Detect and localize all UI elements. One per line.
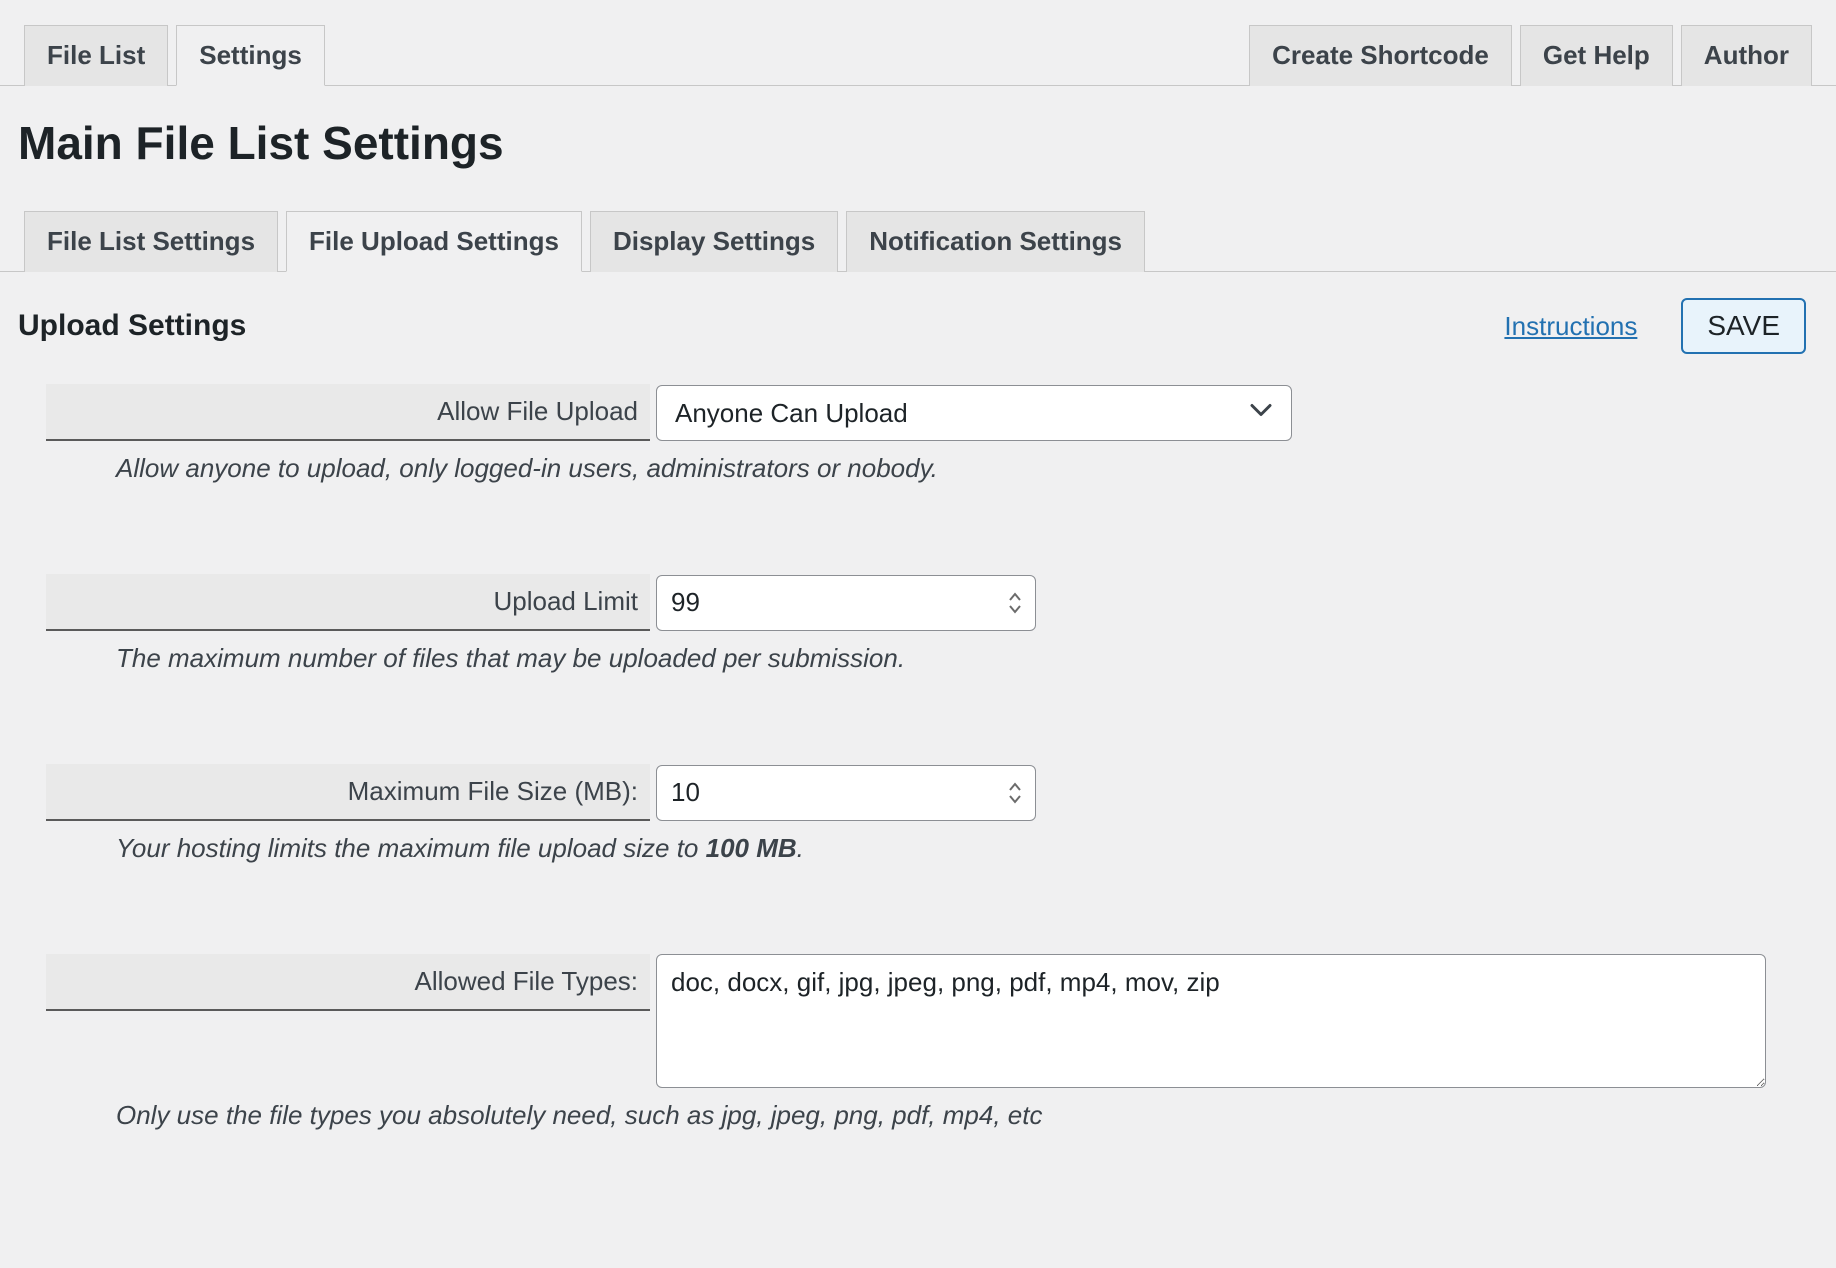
number-wrap-max-file-size bbox=[656, 765, 1036, 821]
desc-upload-limit: The maximum number of files that may be … bbox=[46, 631, 1806, 674]
desc-suffix: . bbox=[797, 833, 804, 863]
desc-prefix: Your hosting limits the maximum file upl… bbox=[116, 833, 706, 863]
sub-tab-bar: File List Settings File Upload Settings … bbox=[0, 180, 1836, 272]
row-max-file-size: Maximum File Size (MB): Your hosting lim… bbox=[46, 764, 1806, 864]
input-upload-limit[interactable] bbox=[656, 575, 1036, 631]
label-allow-file-upload: Allow File Upload bbox=[46, 384, 650, 441]
desc-max-file-size: Your hosting limits the maximum file upl… bbox=[46, 821, 1806, 864]
label-max-file-size: Maximum File Size (MB): bbox=[46, 764, 650, 821]
desc-bold: 100 MB bbox=[706, 833, 797, 863]
row-allow-file-upload: Allow File Upload Anyone Can Upload Allo… bbox=[46, 384, 1806, 484]
subtab-display-settings[interactable]: Display Settings bbox=[590, 211, 838, 272]
tab-create-shortcode[interactable]: Create Shortcode bbox=[1249, 25, 1512, 86]
desc-allowed-file-types: Only use the file types you absolutely n… bbox=[46, 1088, 1806, 1131]
subtab-file-list-settings[interactable]: File List Settings bbox=[24, 211, 278, 272]
section-actions: Instructions SAVE bbox=[1504, 298, 1806, 354]
page-title: Main File List Settings bbox=[0, 86, 1836, 180]
row-upload-limit: Upload Limit The maximum number of files… bbox=[46, 574, 1806, 674]
input-max-file-size[interactable] bbox=[656, 765, 1036, 821]
select-wrap-allow-upload: Anyone Can Upload bbox=[656, 385, 1292, 441]
select-allow-file-upload[interactable]: Anyone Can Upload bbox=[656, 385, 1292, 441]
form-area: Allow File Upload Anyone Can Upload Allo… bbox=[0, 364, 1836, 1131]
row-allowed-file-types: Allowed File Types: Only use the file ty… bbox=[46, 954, 1806, 1131]
section-header: Upload Settings Instructions SAVE bbox=[0, 272, 1836, 364]
tab-author[interactable]: Author bbox=[1681, 25, 1812, 86]
tab-get-help[interactable]: Get Help bbox=[1520, 25, 1673, 86]
section-title: Upload Settings bbox=[18, 309, 246, 343]
tab-settings[interactable]: Settings bbox=[176, 25, 325, 86]
tab-file-list[interactable]: File List bbox=[24, 25, 168, 86]
subtab-file-upload-settings[interactable]: File Upload Settings bbox=[286, 211, 582, 272]
label-upload-limit: Upload Limit bbox=[46, 574, 650, 631]
top-tab-bar: File List Settings Create Shortcode Get … bbox=[0, 0, 1836, 86]
subtab-notification-settings[interactable]: Notification Settings bbox=[846, 211, 1145, 272]
textarea-allowed-file-types[interactable] bbox=[656, 954, 1766, 1088]
save-button[interactable]: SAVE bbox=[1681, 298, 1806, 354]
label-allowed-file-types: Allowed File Types: bbox=[46, 954, 650, 1011]
desc-allow-file-upload: Allow anyone to upload, only logged-in u… bbox=[46, 441, 1806, 484]
top-tabs-left: File List Settings bbox=[24, 24, 325, 85]
number-wrap-upload-limit bbox=[656, 575, 1036, 631]
top-tabs-right: Create Shortcode Get Help Author bbox=[1249, 24, 1812, 85]
instructions-link[interactable]: Instructions bbox=[1504, 311, 1637, 342]
